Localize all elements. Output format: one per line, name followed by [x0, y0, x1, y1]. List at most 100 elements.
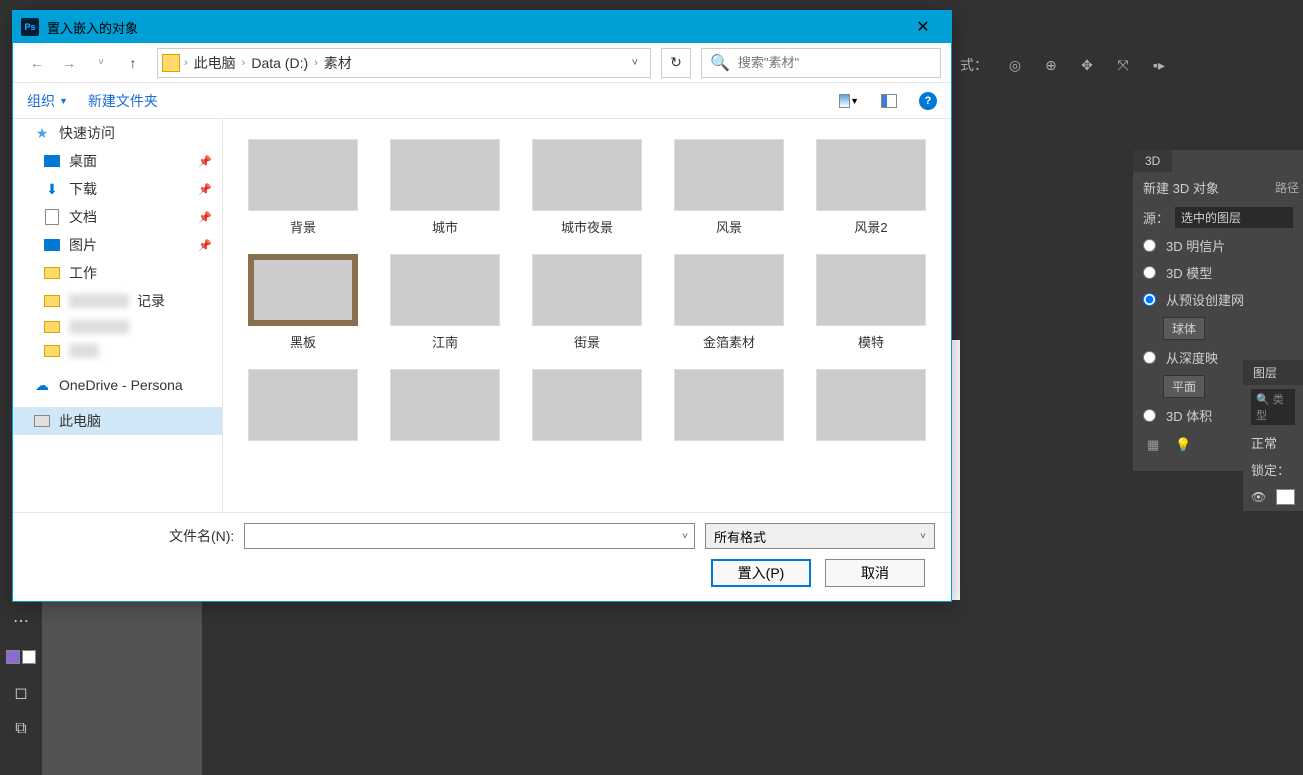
file-item[interactable]: 城市: [379, 139, 511, 236]
camera-icon[interactable]: ▪▸: [1150, 56, 1168, 74]
panel-layers: 图层 🔍 类型 正常 锁定： 👁: [1243, 360, 1303, 511]
move-icon[interactable]: ✥: [1078, 56, 1096, 74]
sidebar-blur3[interactable]: [13, 339, 222, 363]
file-name: 街景: [574, 332, 600, 351]
help-button[interactable]: ?: [919, 92, 937, 110]
file-thumbnail: [674, 139, 784, 211]
row-model[interactable]: 3D 模型: [1133, 259, 1303, 286]
sidebar-desktop[interactable]: 桌面📌: [13, 147, 222, 175]
addr-dropdown[interactable]: ˅: [624, 57, 646, 69]
place-button[interactable]: 置入(P): [711, 559, 811, 587]
search-box[interactable]: 🔍: [701, 48, 941, 78]
radio-volume[interactable]: [1143, 409, 1156, 422]
file-item[interactable]: 模特: [805, 254, 937, 351]
target-icon[interactable]: ⊕: [1042, 56, 1060, 74]
ps-options-bar: 式： ◎ ⊕ ✥ ⤧ ▪▸: [950, 50, 1303, 80]
crumb-folder[interactable]: 素材: [318, 53, 358, 73]
sidebar-blur2[interactable]: [13, 315, 222, 339]
file-name: 风景2: [854, 217, 887, 236]
recent-dropdown[interactable]: ˅: [87, 49, 115, 77]
file-item[interactable]: 江南: [379, 254, 511, 351]
scale-icon[interactable]: ⤧: [1114, 56, 1132, 74]
crumb-drive[interactable]: Data (D:): [245, 55, 314, 71]
file-item[interactable]: 街景: [521, 254, 653, 351]
file-name: 江南: [432, 332, 458, 351]
radio-postcard[interactable]: [1143, 239, 1156, 252]
file-item[interactable]: 风景2: [805, 139, 937, 236]
radio-preset[interactable]: [1143, 293, 1156, 306]
cloud-icon: ☁: [33, 377, 51, 393]
blend-mode[interactable]: 正常: [1251, 433, 1277, 452]
forward-button[interactable]: →: [55, 49, 83, 77]
orbit-icon[interactable]: ◎: [1006, 56, 1024, 74]
file-thumbnail: [816, 254, 926, 326]
chevron-down-icon[interactable]: ˅: [682, 531, 688, 542]
organize-menu[interactable]: 组织 ▼: [27, 91, 68, 111]
sidebar-blur1[interactable]: 记录: [13, 287, 222, 315]
file-item[interactable]: 金箔素材: [663, 254, 795, 351]
refresh-button[interactable]: ↻: [661, 48, 691, 78]
file-item[interactable]: [237, 369, 369, 447]
preview-pane-button[interactable]: [879, 93, 899, 109]
bulb-icon[interactable]: 💡: [1175, 437, 1191, 453]
file-thumbnail: [674, 254, 784, 326]
tab-3d[interactable]: 3D: [1133, 150, 1172, 172]
preset-dropdown[interactable]: 球体: [1163, 317, 1205, 340]
label-model: 3D 模型: [1166, 263, 1212, 282]
address-bar[interactable]: › 此电脑 › Data (D:) › 素材 ˅: [157, 48, 651, 78]
chevron-down-icon[interactable]: ˅: [920, 531, 926, 542]
sidebar-thispc[interactable]: 此电脑: [13, 407, 222, 435]
file-thumbnail: [816, 369, 926, 441]
sidebar-quickaccess[interactable]: ★快速访问: [13, 119, 222, 147]
cancel-button[interactable]: 取消: [825, 559, 925, 587]
row-postcard[interactable]: 3D 明信片: [1133, 232, 1303, 259]
eye-icon[interactable]: 👁: [1251, 490, 1266, 504]
tab-layers[interactable]: 图层: [1243, 360, 1303, 385]
sidebar-onedrive[interactable]: ☁OneDrive - Persona: [13, 373, 222, 397]
tab-path[interactable]: 路径: [1275, 179, 1299, 196]
screenmode-tool[interactable]: ⧉: [6, 714, 36, 744]
swatch-tool[interactable]: [6, 642, 36, 672]
file-item[interactable]: 黑板: [237, 254, 369, 351]
radio-model[interactable]: [1143, 266, 1156, 279]
back-button[interactable]: ←: [23, 49, 51, 77]
star-icon: ★: [33, 125, 51, 141]
layer-thumb[interactable]: [1276, 489, 1295, 505]
stack-icon[interactable]: ▦: [1147, 437, 1159, 453]
source-dropdown[interactable]: 选中的图层: [1175, 207, 1293, 228]
file-item[interactable]: 城市夜景: [521, 139, 653, 236]
more-tool[interactable]: ⋯: [6, 606, 36, 636]
format-dropdown[interactable]: 所有格式˅: [705, 523, 935, 549]
label-postcard: 3D 明信片: [1166, 236, 1225, 255]
depth-dropdown[interactable]: 平面: [1163, 375, 1205, 398]
file-item[interactable]: [521, 369, 653, 447]
new-folder-button[interactable]: 新建文件夹: [88, 91, 158, 111]
close-button[interactable]: ✕: [903, 11, 943, 43]
file-thumbnail: [248, 139, 358, 211]
layer-type-filter[interactable]: 🔍 类型: [1251, 389, 1295, 425]
file-item[interactable]: 风景: [663, 139, 795, 236]
folder-icon: [43, 319, 61, 335]
radio-depth[interactable]: [1143, 351, 1156, 364]
sidebar-work[interactable]: 工作: [13, 259, 222, 287]
crumb-thispc[interactable]: 此电脑: [188, 53, 242, 73]
file-item[interactable]: [805, 369, 937, 447]
search-input[interactable]: [738, 55, 932, 70]
sidebar-documents[interactable]: 文档📌: [13, 203, 222, 231]
up-button[interactable]: ↑: [119, 49, 147, 77]
desktop-icon: [43, 153, 61, 169]
quickmask-tool[interactable]: ◻: [6, 678, 36, 708]
file-name: 风景: [716, 217, 742, 236]
view-mode-button[interactable]: ▼: [839, 93, 859, 109]
sidebar-downloads[interactable]: ⬇下载📌: [13, 175, 222, 203]
label-preset: 从预设创建网: [1166, 290, 1244, 309]
file-item[interactable]: [663, 369, 795, 447]
dialog-titlebar: Ps 置入嵌入的对象 ✕: [13, 11, 951, 43]
filename-input[interactable]: ˅: [244, 523, 695, 549]
file-item[interactable]: 背景: [237, 139, 369, 236]
sidebar-pictures[interactable]: 图片📌: [13, 231, 222, 259]
row-preset-value: 球体: [1133, 313, 1303, 344]
row-preset[interactable]: 从预设创建网: [1133, 286, 1303, 313]
file-item[interactable]: [379, 369, 511, 447]
folder-icon: [43, 265, 61, 281]
